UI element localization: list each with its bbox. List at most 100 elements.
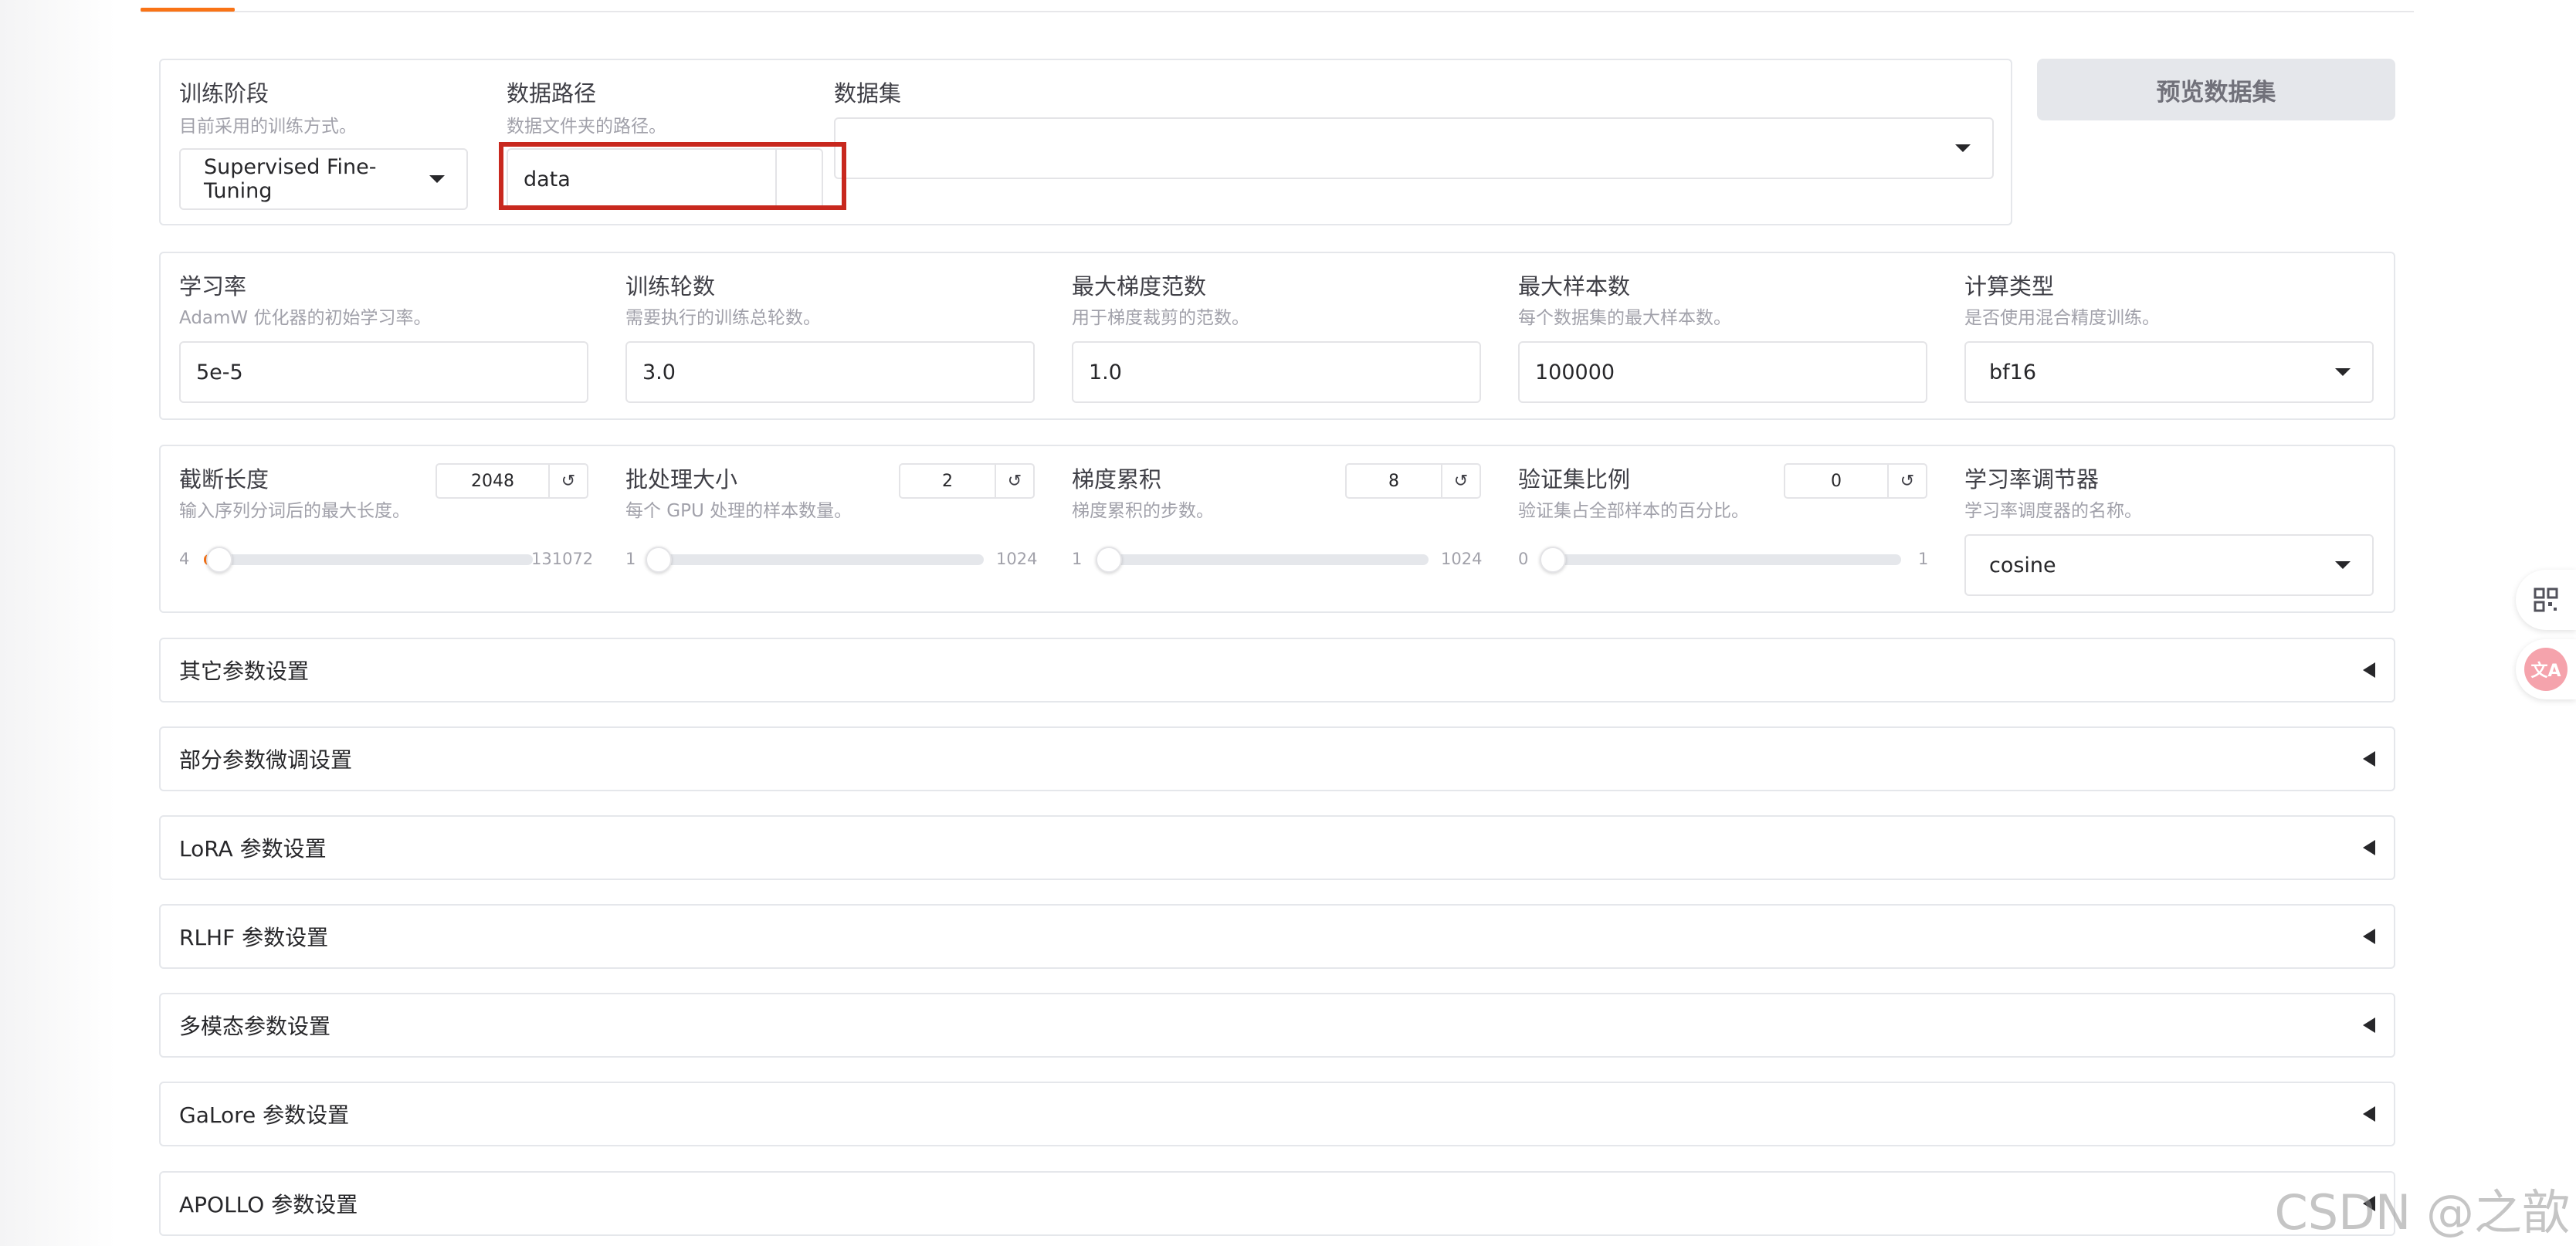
cutoff-len-slider[interactable] [205,547,232,573]
accordion-title: GaLore 参数设置 [179,1102,350,1128]
val-size-label: 验证集比例 [1518,466,1631,493]
epochs-info: 需要执行的训练总轮数。 [625,308,821,328]
row2-panel: 学习率 AdamW 优化器的初始学习率。 5e-5 训练轮数 需要执行的训练总轮… [159,252,2395,420]
val-size-number[interactable]: 0 ↺ [1784,463,1927,499]
accordion-apollo-settings[interactable]: APOLLO 参数设置 [159,1171,2395,1236]
batch-size-min: 1 [625,550,636,568]
val-size-max: 1 [1918,550,1929,568]
stage-info: 目前采用的训练方式。 [179,117,357,137]
grad-accum-slider[interactable] [1095,547,1122,573]
caret-left-icon [2363,929,2375,944]
val-size-slider[interactable] [1540,547,1566,573]
cutoff-len-info: 输入序列分词后的最大长度。 [179,501,410,521]
data-path-highlight [499,142,846,210]
batch-size-slider[interactable] [646,547,673,573]
batch-size-max: 1024 [996,550,1038,568]
epochs-input[interactable]: 3.0 [625,341,1035,403]
accordion-title: RLHF 参数设置 [179,925,329,950]
accordion-title: APOLLO 参数设置 [179,1192,358,1217]
accordion-multimodal-settings[interactable]: 多模态参数设置 [159,993,2395,1058]
accordion-title: 部分参数微调设置 [179,747,353,773]
grad-accum-number[interactable]: 8 ↺ [1345,463,1481,499]
compute-type-value: bf16 [1989,360,2037,384]
caret-left-icon [2363,1106,2375,1122]
val-size-value: 0 [1831,471,1842,491]
caret-left-icon [2363,1017,2375,1033]
max-samples-input[interactable]: 100000 [1518,341,1927,403]
reset-icon[interactable]: ↺ [1441,465,1480,497]
qr-grid-widget[interactable] [2516,570,2576,630]
epochs-label: 训练轮数 [625,273,716,300]
tab-bar-divider [141,11,2414,12]
caret-left-icon [2363,662,2375,678]
grad-accum-value: 8 [1388,471,1399,491]
data-path-label: 数据路径 [507,80,597,107]
val-size-min: 0 [1518,550,1529,568]
lr-scheduler-label: 学习率调节器 [1964,466,2100,493]
compute-type-dropdown[interactable]: bf16 [1964,341,2374,403]
page-left-shadow [0,0,116,1246]
lr-scheduler-info: 学习率调度器的名称。 [1964,501,2142,521]
grad-accum-min: 1 [1072,550,1083,568]
row1-panel: 训练阶段 目前采用的训练方式。 Supervised Fine-Tuning 数… [159,59,2012,225]
accordion-title: LoRA 参数设置 [179,836,327,862]
lr-scheduler-dropdown[interactable]: cosine [1964,534,2374,596]
preview-dataset-button[interactable]: 预览数据集 [2037,59,2395,120]
caret-left-icon [2363,840,2375,855]
grad-accum-label: 梯度累积 [1072,466,1162,493]
cutoff-len-value: 2048 [471,471,514,491]
caret-left-icon [2363,751,2375,767]
reset-icon[interactable]: ↺ [1887,465,1926,497]
accordion-galore-settings[interactable]: GaLore 参数设置 [159,1082,2395,1146]
cutoff-len-min: 4 [179,550,190,568]
lr-scheduler-value: cosine [1989,553,2056,577]
grad-accum-max: 1024 [1441,550,1483,568]
cutoff-len-number[interactable]: 2048 ↺ [436,463,588,499]
accordion-rlhf-settings[interactable]: RLHF 参数设置 [159,904,2395,969]
chevron-down-icon [1955,144,1971,152]
max-grad-norm-input[interactable]: 1.0 [1072,341,1481,403]
chevron-down-icon [429,175,445,183]
accordion-title: 多模态参数设置 [179,1014,331,1039]
accordion-freeze-settings[interactable]: 部分参数微调设置 [159,726,2395,791]
batch-size-info: 每个 GPU 处理的样本数量。 [625,501,852,521]
watermark: CSDN @之歆 [2274,1184,2570,1241]
max-samples-label: 最大样本数 [1518,273,1631,300]
cutoff-len-max: 131072 [531,550,594,568]
max-grad-norm-label: 最大梯度范数 [1072,273,1207,300]
grad-accum-info: 梯度累积的步数。 [1072,501,1214,521]
val-size-info: 验证集占全部样本的百分比。 [1518,501,1749,521]
qr-grid-icon [2534,587,2558,612]
accordion-lora-settings[interactable]: LoRA 参数设置 [159,815,2395,880]
batch-size-label: 批处理大小 [625,466,738,493]
dataset-dropdown[interactable] [834,117,1994,179]
max-grad-norm-info: 用于梯度裁剪的范数。 [1072,308,1249,328]
stage-value: Supervised Fine-Tuning [204,155,377,203]
batch-size-number[interactable]: 2 ↺ [899,463,1035,499]
stage-dropdown[interactable]: Supervised Fine-Tuning [179,148,468,210]
cutoff-len-track [204,554,533,565]
reset-icon[interactable]: ↺ [995,465,1033,497]
active-tab-indicator [141,8,235,12]
row3-panel: 截断长度 输入序列分词后的最大长度。 2048 ↺ 4 131072 批处理大小… [159,445,2395,613]
dataset-label: 数据集 [834,80,902,107]
compute-type-info: 是否使用混合精度训练。 [1964,308,2160,328]
chevron-down-icon [2335,561,2351,569]
chevron-down-icon [2335,368,2351,376]
max-samples-info: 每个数据集的最大样本数。 [1518,308,1731,328]
reset-icon[interactable]: ↺ [548,465,587,497]
accordion-other-settings[interactable]: 其它参数设置 [159,638,2395,703]
batch-size-track [649,554,984,565]
learning-rate-label: 学习率 [179,273,247,300]
data-path-info: 数据文件夹的路径。 [507,117,666,137]
stage-label: 训练阶段 [179,80,269,107]
compute-type-label: 计算类型 [1964,273,2055,300]
grad-accum-track [1096,554,1429,565]
learning-rate-info: AdamW 优化器的初始学习率。 [179,308,432,328]
translate-icon: 文A [2524,648,2568,691]
translate-widget[interactable]: 文A [2516,639,2576,699]
learning-rate-input[interactable]: 5e-5 [179,341,588,403]
accordion-title: 其它参数设置 [179,659,310,684]
cutoff-len-label: 截断长度 [179,466,269,493]
val-size-track [1543,554,1901,565]
